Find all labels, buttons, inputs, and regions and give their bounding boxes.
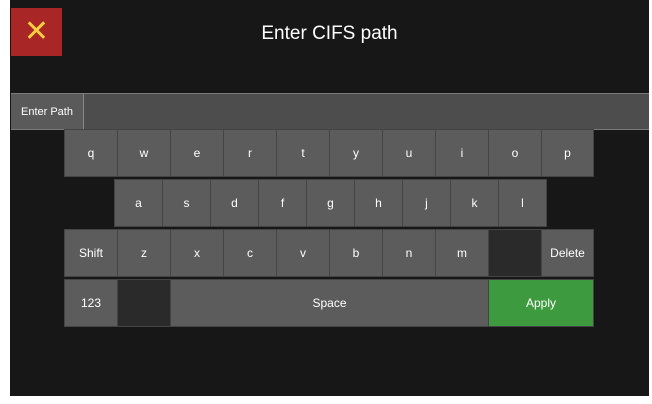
key-z[interactable]: z <box>117 229 171 277</box>
key-m[interactable]: m <box>435 229 489 277</box>
key-e[interactable]: e <box>170 129 224 177</box>
key-y[interactable]: y <box>329 129 383 177</box>
keyboard-dialog: ✕ Enter CIFS path Enter Path q w e r t y… <box>10 0 649 396</box>
delete-key[interactable]: Delete <box>541 229 594 277</box>
key-s[interactable]: s <box>162 179 211 227</box>
key-v[interactable]: v <box>276 229 330 277</box>
path-field: Enter Path <box>11 93 649 130</box>
key-a[interactable]: a <box>114 179 163 227</box>
empty-key <box>117 279 171 327</box>
empty-key <box>488 229 542 277</box>
key-c[interactable]: c <box>223 229 277 277</box>
key-x[interactable]: x <box>170 229 224 277</box>
key-f[interactable]: f <box>258 179 307 227</box>
path-input[interactable] <box>84 94 649 129</box>
key-o[interactable]: o <box>488 129 542 177</box>
key-g[interactable]: g <box>306 179 355 227</box>
key-n[interactable]: n <box>382 229 436 277</box>
shift-key[interactable]: Shift <box>64 229 118 277</box>
apply-button[interactable]: Apply <box>488 279 594 327</box>
key-h[interactable]: h <box>354 179 403 227</box>
key-p[interactable]: p <box>541 129 594 177</box>
key-b[interactable]: b <box>329 229 383 277</box>
numbers-key[interactable]: 123 <box>64 279 118 327</box>
key-j[interactable]: j <box>402 179 451 227</box>
key-r[interactable]: r <box>223 129 277 177</box>
key-k[interactable]: k <box>450 179 499 227</box>
key-q[interactable]: q <box>64 129 118 177</box>
key-l[interactable]: l <box>498 179 547 227</box>
space-key[interactable]: Space <box>170 279 489 327</box>
key-w[interactable]: w <box>117 129 171 177</box>
path-label: Enter Path <box>11 94 84 129</box>
key-u[interactable]: u <box>382 129 436 177</box>
key-t[interactable]: t <box>276 129 330 177</box>
key-d[interactable]: d <box>210 179 259 227</box>
key-i[interactable]: i <box>435 129 489 177</box>
dialog-title: Enter CIFS path <box>261 23 398 44</box>
